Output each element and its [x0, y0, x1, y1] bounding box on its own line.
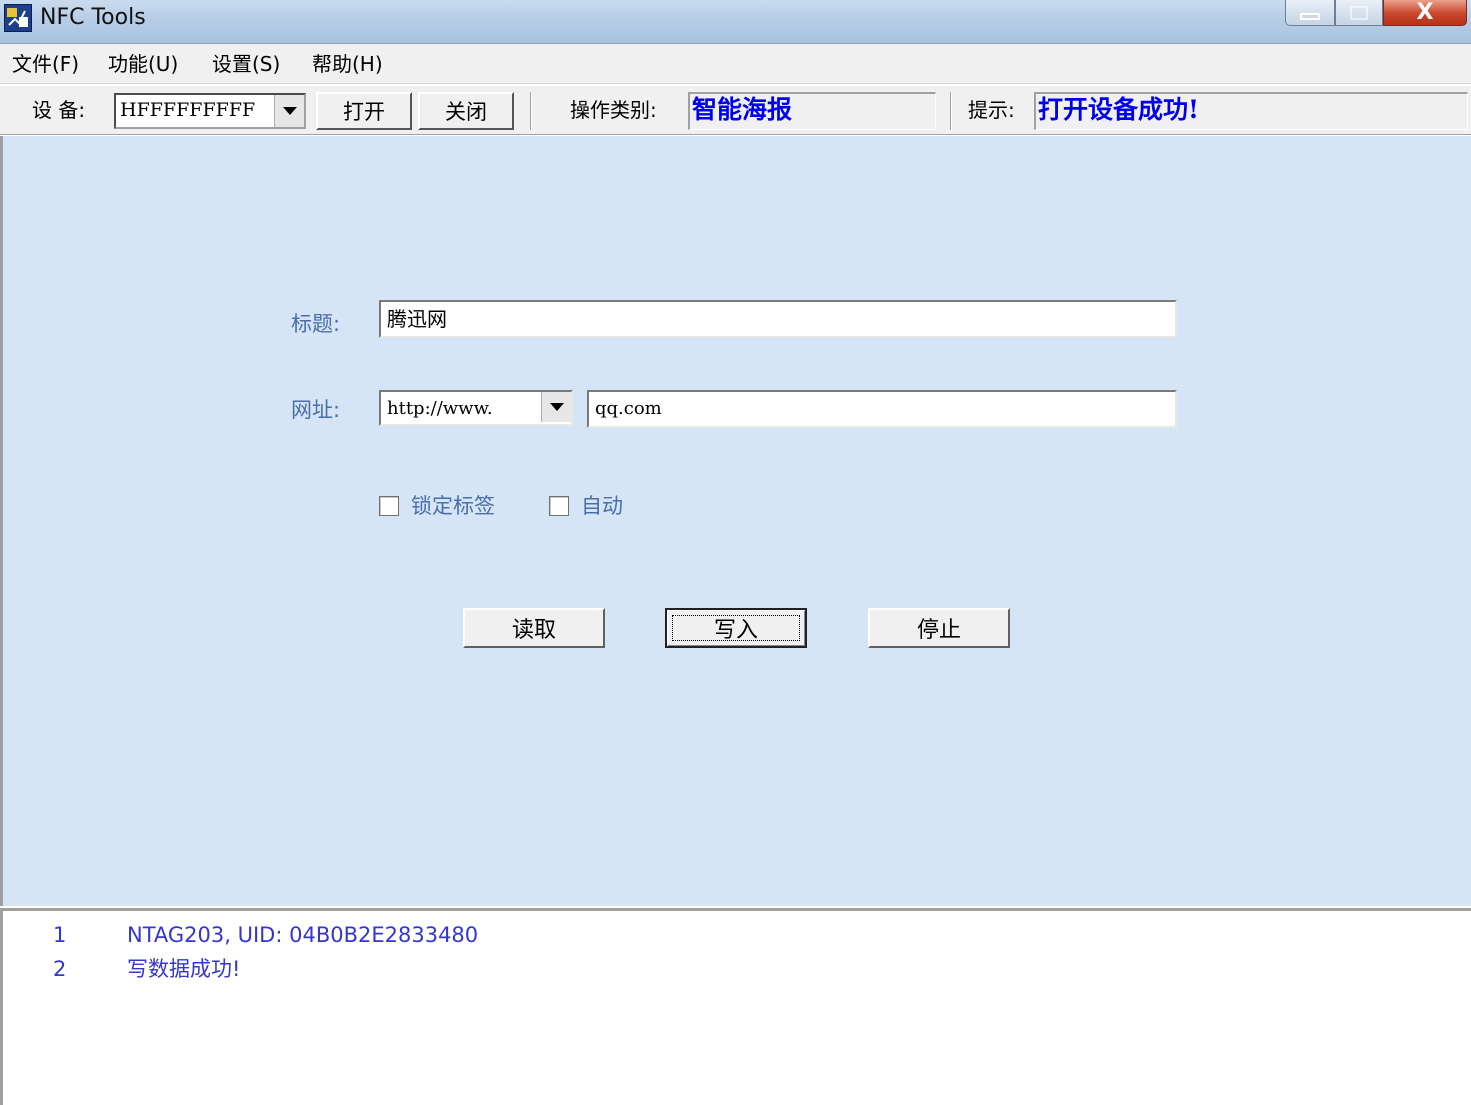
op-type-field: 智能海报: [688, 92, 936, 130]
minimize-icon: [1300, 13, 1320, 20]
main-panel: 标题: 腾迅网 网址: http://www. qq.com 锁定标签 自动 读…: [0, 136, 1471, 906]
url-label: 网址:: [291, 398, 341, 422]
menu-file[interactable]: 文件(F): [12, 50, 79, 78]
log-row-number: 2: [53, 957, 67, 981]
url-input-value: qq.com: [595, 398, 662, 419]
log-row-message: NTAG203, UID: 04B0B2E2833480: [127, 923, 479, 947]
chevron-down-icon: [282, 107, 297, 115]
chevron-down-icon: [549, 403, 564, 411]
close-window-button[interactable]: X: [1383, 0, 1467, 26]
hint-label: 提示:: [968, 98, 1015, 122]
close-icon: X: [1416, 0, 1434, 25]
window-controls: X: [1285, 0, 1467, 26]
maximize-button[interactable]: [1335, 0, 1383, 26]
title-label: 标题:: [291, 312, 341, 336]
title-input-value: 腾迅网: [387, 307, 447, 331]
maximize-icon: [1350, 5, 1368, 20]
url-prefix-value: http://www.: [387, 398, 493, 419]
close-device-button[interactable]: 关闭: [418, 92, 514, 130]
log-list[interactable]: 1 NTAG203, UID: 04B0B2E2833480 2 写数据成功!: [0, 908, 1471, 1105]
menu-help[interactable]: 帮助(H): [312, 50, 383, 78]
log-row-message: 写数据成功!: [127, 957, 241, 981]
lock-tag-checkbox[interactable]: [379, 496, 399, 516]
window-title: NFC Tools: [40, 5, 146, 30]
auto-checkbox[interactable]: [549, 496, 569, 516]
lock-tag-label[interactable]: 锁定标签: [411, 492, 495, 520]
focus-indicator: [672, 615, 800, 641]
hint-field: 打开设备成功!: [1034, 92, 1468, 130]
open-device-button[interactable]: 打开: [316, 92, 412, 130]
menu-function[interactable]: 功能(U): [108, 50, 178, 78]
device-value: HFFFFFFFFF: [120, 99, 256, 121]
app-icon: [4, 4, 32, 32]
stop-button[interactable]: 停止: [868, 608, 1010, 648]
op-type-value: 智能海报: [692, 95, 793, 124]
write-button[interactable]: 写入: [665, 608, 807, 648]
url-prefix-select[interactable]: http://www.: [379, 390, 573, 426]
title-bar: NFC Tools X: [0, 0, 1471, 44]
read-button[interactable]: 读取: [463, 608, 605, 648]
url-prefix-dropdown-button[interactable]: [541, 392, 571, 422]
toolbar-separator: [530, 92, 532, 130]
toolbar-separator: [950, 92, 952, 130]
menu-settings[interactable]: 设置(S): [212, 50, 280, 78]
url-input[interactable]: qq.com: [587, 390, 1177, 428]
device-label: 设 备:: [32, 98, 86, 122]
device-dropdown-button[interactable]: [274, 95, 304, 127]
title-input[interactable]: 腾迅网: [379, 300, 1177, 338]
minimize-button[interactable]: [1285, 0, 1335, 26]
hint-value: 打开设备成功!: [1038, 95, 1199, 124]
toolbar: 设 备: HFFFFFFFFF 打开 关闭 操作类别: 智能海报 提示: 打开设…: [0, 85, 1471, 135]
log-row-number: 1: [53, 923, 67, 947]
menu-bar: 文件(F) 功能(U) 设置(S) 帮助(H): [0, 44, 1471, 84]
auto-label[interactable]: 自动: [581, 492, 623, 520]
op-type-label: 操作类别:: [570, 98, 657, 122]
device-select[interactable]: HFFFFFFFFF: [114, 93, 306, 129]
